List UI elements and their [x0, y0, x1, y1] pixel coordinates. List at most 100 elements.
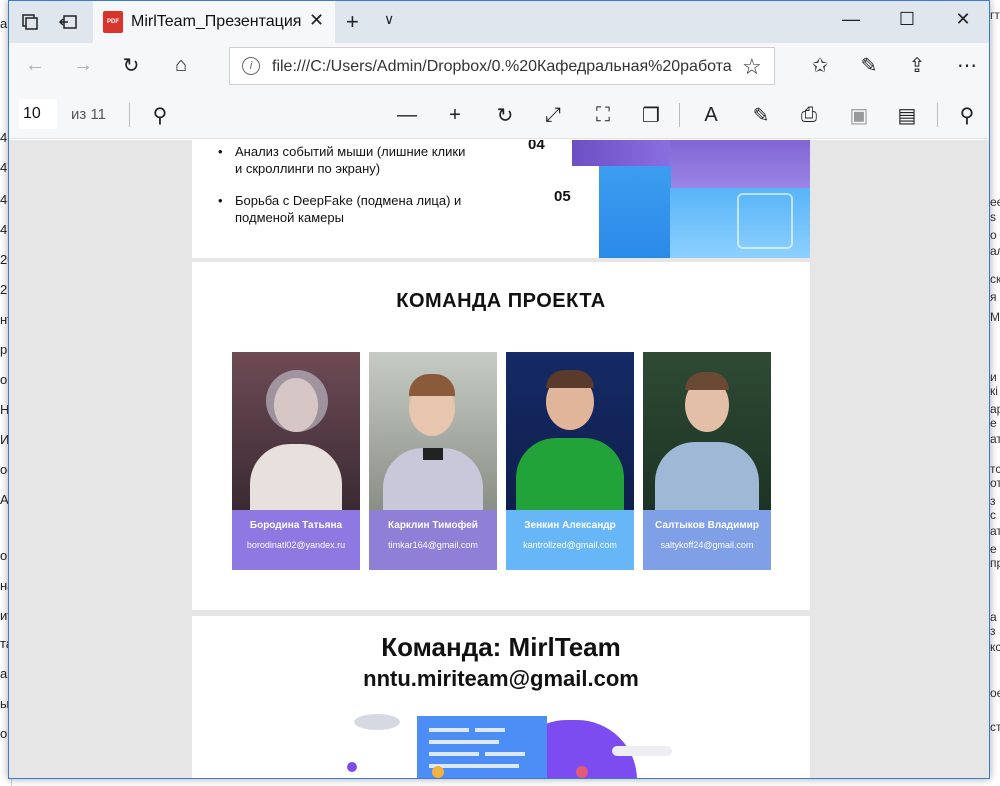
contact-title: Команда: MirlTeam: [381, 632, 621, 662]
background-text: М: [990, 310, 1000, 324]
save-as-icon[interactable]: ▤: [893, 101, 921, 129]
read-aloud-icon[interactable]: A: [697, 101, 725, 129]
member-email: borodinatl02@yandex.ru: [246, 540, 346, 550]
address-bar[interactable]: i file:///C:/Users/Admin/Dropbox/0.%20Ка…: [229, 47, 775, 85]
background-text: ск: [990, 272, 1000, 286]
background-text: ал: [990, 244, 1000, 258]
pdf-toolbar: 10 из 11 ⚲ — + ↻ ⤢ ⛶ ❐ A ✎ ⎙ ▣ ▤ ⚲: [9, 89, 989, 139]
background-text: о: [0, 372, 8, 387]
member-name: Зенкин Александр: [524, 520, 616, 531]
maximize-icon[interactable]: ☐: [887, 9, 927, 30]
background-text: е: [990, 542, 997, 556]
chevron-down-icon[interactable]: ∨: [384, 11, 394, 28]
background-text: а: [0, 666, 8, 681]
info-icon[interactable]: i: [242, 57, 260, 75]
background-text: пр: [990, 556, 1000, 570]
member-photo: [643, 352, 771, 510]
bullet-text: Анализ событий мыши (лишние клики и скро…: [218, 143, 475, 177]
background-text: о: [0, 548, 8, 563]
tab-title: MirlTeam_Презентация: [131, 13, 302, 30]
page-count: из 11: [71, 106, 106, 123]
pin-icon[interactable]: ⚲: [953, 101, 981, 129]
background-text: ат: [990, 524, 1000, 538]
new-tab-icon[interactable]: +: [346, 9, 359, 35]
team-member-card: Бородина Татьяна borodinatl02@yandex.ru: [232, 352, 360, 570]
draw-icon[interactable]: ✎: [747, 101, 775, 129]
active-tab[interactable]: PDF MirlTeam_Презентация ✕: [93, 1, 335, 43]
member-info: Салтыков Владимир saltykoff24@gmail.com: [643, 510, 771, 570]
person-illustration: [576, 766, 588, 778]
background-text: ар: [990, 402, 1000, 416]
close-tab-icon[interactable]: ✕: [309, 10, 324, 31]
team-member-card: Карклин Тимофей timkar164@gmail.com: [369, 352, 497, 570]
camera-person-icon: [737, 193, 793, 249]
fit-page-icon[interactable]: ⛶: [589, 101, 617, 129]
background-text: от: [990, 476, 1000, 490]
more-icon[interactable]: ⋯: [953, 51, 981, 79]
back-icon[interactable]: ←: [21, 51, 49, 79]
member-email: saltykoff24@gmail.com: [660, 540, 754, 550]
forward-icon[interactable]: →: [69, 51, 97, 79]
page-number-input[interactable]: 10: [19, 99, 57, 129]
fit-width-icon[interactable]: ⤢: [539, 101, 567, 129]
set-tabs-aside-icon[interactable]: [57, 11, 79, 33]
background-text: о: [990, 228, 997, 242]
background-text: стс: [990, 720, 1000, 734]
decor-block: [599, 166, 671, 258]
decor-block: [670, 140, 810, 188]
contact-email: nntu.miriteam@gmail.com: [363, 666, 639, 691]
background-text: s: [990, 210, 996, 224]
pdf-page-10: КОМАНДА ПРОЕКТА Бородина Татьяна borodin…: [192, 262, 810, 610]
background-text: ат: [990, 432, 1000, 446]
home-icon[interactable]: ⌂: [167, 51, 195, 79]
minimize-icon[interactable]: —: [831, 9, 871, 30]
save-icon[interactable]: ▣: [845, 101, 873, 129]
favorites-list-icon[interactable]: ✩: [806, 51, 834, 79]
share-icon[interactable]: ⇪: [903, 51, 931, 79]
team-slide-title: КОМАНДА ПРОЕКТА: [396, 290, 606, 312]
person-illustration: [432, 766, 444, 778]
blimp-illustration: [354, 714, 400, 730]
pen-icon[interactable]: ✎: [855, 51, 883, 79]
team-member-card: Зенкин Александр kantrollzed@gmail.com: [506, 352, 634, 570]
background-text: кі: [990, 384, 998, 398]
background-text: я: [990, 290, 997, 304]
background-text: кс: [990, 640, 1000, 654]
title-bar: PDF MirlTeam_Презентация ✕ + ∨ — ☐ ✕: [9, 1, 989, 43]
search-icon[interactable]: ⚲: [146, 101, 174, 129]
zoom-out-icon[interactable]: —: [393, 101, 421, 129]
tab-actions-icon[interactable]: [19, 11, 41, 33]
decor-block: [572, 140, 670, 166]
background-text: з: [990, 494, 996, 508]
pdf-viewer[interactable]: Анализ событий мыши (лишние клики и скро…: [9, 140, 989, 778]
member-photo: [506, 352, 634, 510]
background-text: ое: [990, 686, 1000, 700]
divider: [937, 103, 938, 127]
close-window-icon[interactable]: ✕: [943, 9, 983, 30]
item-number: 05: [554, 188, 571, 205]
refresh-icon[interactable]: ↻: [117, 51, 145, 79]
background-text: з: [990, 624, 996, 638]
pdf-page-11: Команда: MirlTeam nntu.miriteam@gmail.co…: [192, 616, 810, 778]
cloud-illustration: [612, 746, 672, 756]
member-email: timkar164@gmail.com: [388, 540, 478, 550]
background-text: а: [0, 16, 8, 31]
background-text: ee: [990, 195, 1000, 209]
background-text: е: [990, 416, 997, 430]
background-text: р: [0, 342, 8, 357]
print-icon[interactable]: ⎙: [795, 101, 823, 129]
page-view-icon[interactable]: ❐: [637, 101, 665, 129]
zoom-in-icon[interactable]: +: [441, 101, 469, 129]
divider: [679, 103, 680, 127]
member-info: Бородина Татьяна borodinatl02@yandex.ru: [232, 510, 360, 570]
bullet-text: Борьба с DeepFake (подмена лица) и подме…: [218, 192, 475, 226]
background-text: с: [990, 508, 996, 522]
item-number: 04: [528, 140, 545, 153]
divider: [129, 103, 130, 127]
person-illustration: [347, 762, 357, 772]
address-toolbar: ← → ↻ ⌂ i file:///C:/Users/Admin/Dropbox…: [9, 43, 989, 89]
url-text[interactable]: file:///C:/Users/Admin/Dropbox/0.%20Кафе…: [272, 58, 732, 76]
member-name: Салтыков Владимир: [655, 520, 759, 531]
favorite-star-icon[interactable]: ☆: [742, 54, 762, 80]
rotate-icon[interactable]: ↻: [491, 101, 519, 129]
